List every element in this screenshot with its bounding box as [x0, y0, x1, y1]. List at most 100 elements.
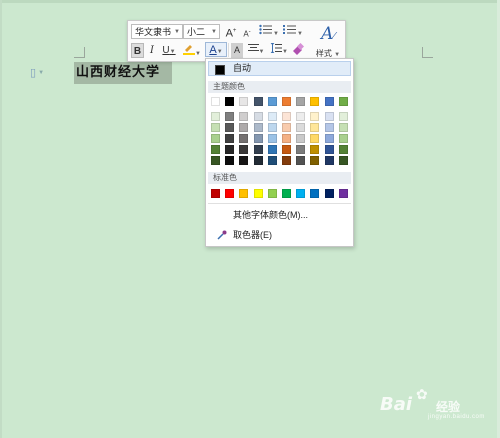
- theme-shade-swatch[interactable]: [267, 145, 277, 154]
- theme-shade-swatch[interactable]: [267, 112, 277, 121]
- italic-button[interactable]: I: [146, 43, 158, 58]
- mini-format-toolbar: 华文隶书 ▼ 小二 ▼ A+ A- ▼ ▼ A⁄ 样式 ▼ B I U▼ ▼ A…: [127, 20, 346, 62]
- styles-button[interactable]: A⁄ 样式 ▼: [314, 23, 342, 59]
- chevron-down-icon[interactable]: ▼: [211, 25, 217, 40]
- theme-shade-swatch[interactable]: [338, 134, 348, 143]
- theme-shade-swatch[interactable]: [225, 145, 235, 154]
- selected-document-text[interactable]: 山西财经大学: [74, 62, 172, 84]
- theme-shade-swatch[interactable]: [267, 134, 277, 143]
- theme-shade-swatch[interactable]: [211, 123, 220, 132]
- theme-shade-swatch[interactable]: [282, 123, 291, 132]
- theme-shade-swatch[interactable]: [338, 112, 348, 121]
- theme-shade-swatch[interactable]: [267, 123, 277, 132]
- theme-shade-swatch[interactable]: [253, 156, 263, 165]
- theme-color-swatch[interactable]: [310, 97, 320, 106]
- auto-color-swatch: [215, 65, 225, 75]
- line-spacing-button[interactable]: ▼: [269, 42, 289, 58]
- theme-shade-swatch[interactable]: [338, 156, 348, 165]
- theme-shade-swatch[interactable]: [225, 134, 235, 143]
- theme-shade-swatch[interactable]: [211, 145, 220, 154]
- theme-shade-swatch[interactable]: [211, 112, 220, 121]
- standard-color-swatch[interactable]: [282, 189, 291, 198]
- theme-shade-swatch[interactable]: [324, 112, 334, 121]
- standard-color-swatch[interactable]: [310, 189, 320, 198]
- eyedropper-item[interactable]: 取色器(E): [208, 227, 351, 243]
- theme-color-swatch[interactable]: [282, 97, 291, 106]
- standard-color-swatch[interactable]: [338, 189, 348, 198]
- theme-shade-swatch[interactable]: [239, 123, 249, 132]
- theme-color-swatch[interactable]: [211, 97, 220, 106]
- shrink-font-button[interactable]: A-: [241, 25, 253, 40]
- align-center-button[interactable]: ▼: [246, 43, 266, 58]
- theme-shade-swatch[interactable]: [324, 156, 334, 165]
- grow-font-button[interactable]: A+: [224, 24, 238, 40]
- theme-color-swatch[interactable]: [239, 97, 249, 106]
- auto-color-option[interactable]: 自动: [208, 61, 351, 76]
- margin-corner-mark: [74, 47, 85, 58]
- theme-color-swatch[interactable]: [324, 97, 334, 106]
- paragraph-layout-icon[interactable]: ▯ ▼: [30, 67, 52, 79]
- underline-button[interactable]: U▼: [160, 43, 178, 58]
- theme-shade-swatch[interactable]: [296, 145, 306, 154]
- theme-shade-swatch[interactable]: [324, 145, 334, 154]
- theme-color-swatch[interactable]: [253, 97, 263, 106]
- theme-shade-swatch[interactable]: [282, 134, 291, 143]
- theme-shade-swatch[interactable]: [253, 123, 263, 132]
- theme-shade-swatch[interactable]: [310, 156, 320, 165]
- theme-shade-swatch[interactable]: [310, 112, 320, 121]
- baidu-watermark: Bai ✿ 经验 jingyan.baidu.com: [376, 384, 484, 424]
- standard-color-swatch[interactable]: [253, 189, 263, 198]
- numbered-list-button[interactable]: ▼: [283, 24, 303, 39]
- char-shading-button[interactable]: A: [231, 43, 243, 58]
- theme-shade-swatch[interactable]: [282, 112, 291, 121]
- theme-shade-swatch[interactable]: [239, 145, 249, 154]
- theme-shade-swatch[interactable]: [296, 123, 306, 132]
- standard-color-swatch[interactable]: [324, 189, 334, 198]
- theme-shade-swatch[interactable]: [324, 134, 334, 143]
- font-size-combo[interactable]: 小二 ▼: [183, 24, 220, 39]
- more-font-colors-item[interactable]: 其他字体颜色(M)...: [208, 207, 351, 223]
- theme-shade-swatch[interactable]: [282, 145, 291, 154]
- theme-shade-swatch[interactable]: [225, 112, 235, 121]
- standard-color-swatch[interactable]: [239, 189, 249, 198]
- theme-shade-swatch[interactable]: [253, 134, 263, 143]
- theme-shade-swatch[interactable]: [239, 134, 249, 143]
- theme-shade-swatch[interactable]: [296, 112, 306, 121]
- standard-color-swatch[interactable]: [225, 189, 235, 198]
- theme-shade-swatch[interactable]: [310, 134, 320, 143]
- styles-icon: A⁄: [321, 24, 335, 44]
- theme-shade-swatch[interactable]: [211, 134, 220, 143]
- standard-color-swatch[interactable]: [211, 189, 220, 198]
- theme-shade-swatch[interactable]: [239, 112, 249, 121]
- theme-shade-swatch[interactable]: [310, 123, 320, 132]
- theme-shade-swatch[interactable]: [253, 112, 263, 121]
- theme-colors-header: 主题颜色: [208, 81, 351, 93]
- theme-color-swatch[interactable]: [267, 97, 277, 106]
- theme-shade-swatch[interactable]: [225, 123, 235, 132]
- theme-shade-swatch[interactable]: [296, 134, 306, 143]
- bullet-list-button[interactable]: ▼: [259, 24, 279, 39]
- theme-color-swatch[interactable]: [338, 97, 348, 106]
- chevron-down-icon[interactable]: ▼: [174, 25, 180, 40]
- theme-shade-swatch[interactable]: [239, 156, 249, 165]
- bold-button[interactable]: B: [131, 43, 144, 58]
- theme-shade-swatch[interactable]: [267, 156, 277, 165]
- standard-color-swatch[interactable]: [267, 189, 277, 198]
- theme-shade-swatch[interactable]: [253, 145, 263, 154]
- font-color-button[interactable]: A▼: [205, 42, 227, 57]
- theme-shade-swatch[interactable]: [338, 123, 348, 132]
- numbered-list-icon: [283, 25, 297, 34]
- theme-color-swatch[interactable]: [225, 97, 235, 106]
- theme-shade-swatch[interactable]: [225, 156, 235, 165]
- theme-shade-swatch[interactable]: [324, 123, 334, 132]
- theme-shade-swatch[interactable]: [310, 145, 320, 154]
- format-painter-button[interactable]: [291, 42, 305, 58]
- theme-shade-swatch[interactable]: [338, 145, 348, 154]
- theme-color-swatch[interactable]: [296, 97, 306, 106]
- theme-shade-swatch[interactable]: [211, 156, 220, 165]
- font-name-combo[interactable]: 华文隶书 ▼: [131, 24, 183, 39]
- highlight-button[interactable]: ▼: [182, 43, 202, 58]
- theme-shade-swatch[interactable]: [296, 156, 306, 165]
- standard-color-swatch[interactable]: [296, 189, 306, 198]
- theme-shade-swatch[interactable]: [282, 156, 291, 165]
